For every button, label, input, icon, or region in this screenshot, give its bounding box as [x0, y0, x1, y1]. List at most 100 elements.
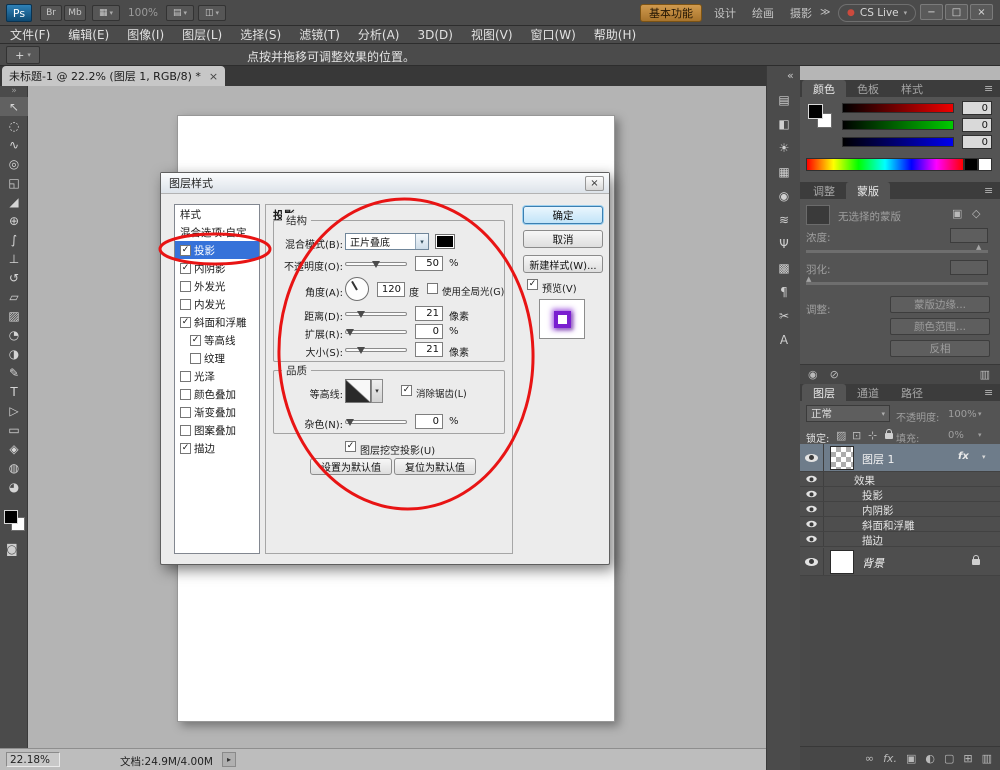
green-value-field[interactable]: 0: [962, 118, 992, 132]
toolbar-collapse-icon[interactable]: »: [0, 86, 28, 97]
feather-slider[interactable]: [806, 282, 988, 285]
minimize-button[interactable]: −: [920, 4, 943, 20]
new-adjustment-layer-icon[interactable]: ◐: [925, 752, 935, 765]
lock-position-icon[interactable]: ⊹: [868, 429, 877, 442]
paragraph-panel-icon[interactable]: ¶: [767, 280, 801, 304]
gradient-tool[interactable]: ▨: [0, 306, 28, 325]
new-style-button[interactable]: 新建样式(W)...: [523, 255, 603, 273]
visibility-cell[interactable]: [800, 548, 824, 575]
blue-value-field[interactable]: 0: [962, 135, 992, 149]
styles-list-item-stroke[interactable]: ✓描边: [175, 439, 259, 457]
move-tool[interactable]: ↖: [0, 97, 28, 116]
3d-rotate-tool[interactable]: ◈: [0, 439, 28, 458]
delete-layer-icon[interactable]: ▥: [982, 752, 992, 765]
styles-list-item-color-overlay[interactable]: 颜色叠加: [175, 385, 259, 403]
panel-menu-icon[interactable]: ≡: [984, 184, 993, 197]
tab-adjustments[interactable]: 调整: [802, 182, 846, 199]
collapse-effects-icon[interactable]: ▾: [982, 453, 986, 461]
shadow-color-swatch[interactable]: [435, 234, 455, 249]
eraser-tool[interactable]: ▱: [0, 287, 28, 306]
distance-slider[interactable]: [345, 312, 407, 316]
status-zoom-field[interactable]: 22.18%: [6, 752, 60, 767]
blend-mode-dropdown[interactable]: 正片叠底▾: [345, 233, 429, 250]
spectrum-black-chip[interactable]: [964, 158, 978, 171]
styles-list-item-styles[interactable]: 样式: [175, 205, 259, 223]
checkbox[interactable]: ✓: [190, 335, 201, 346]
preview-checkbox[interactable]: ✓: [527, 279, 538, 290]
noise-field[interactable]: 0: [415, 414, 443, 429]
workspace-design-button[interactable]: 设计: [708, 4, 742, 22]
dodge-tool[interactable]: ◑: [0, 344, 28, 363]
density-slider-thumb[interactable]: ▲: [976, 243, 981, 251]
chevron-down-icon[interactable]: ▾: [978, 410, 982, 418]
visibility-cell[interactable]: [800, 472, 824, 486]
effects-header-row[interactable]: 效果: [800, 472, 1000, 487]
effect-row-drop-shadow[interactable]: 投影: [800, 487, 1000, 502]
red-slider[interactable]: [842, 103, 954, 113]
layer-row-layer1[interactable]: 图层 1 fx ▾: [800, 444, 1000, 472]
panel-menu-icon[interactable]: ≡: [984, 386, 993, 399]
dialog-close-button[interactable]: ×: [585, 176, 604, 191]
menu-item-3d[interactable]: 3D(D): [417, 28, 452, 42]
tab-paths[interactable]: 路径: [890, 384, 934, 401]
character-panel-icon[interactable]: A: [767, 328, 801, 352]
color-spectrum-ramp[interactable]: [806, 158, 964, 171]
history-brush-tool[interactable]: ↺: [0, 268, 28, 287]
menu-item-image[interactable]: 图像(I): [127, 26, 164, 43]
checkbox[interactable]: [180, 407, 191, 418]
mask-apply-icon[interactable]: ◉: [808, 368, 818, 381]
layer-name[interactable]: 图层 1: [862, 451, 895, 467]
checkbox[interactable]: ✓: [180, 317, 191, 328]
lock-transparent-icon[interactable]: ▨: [836, 429, 846, 442]
tab-swatches[interactable]: 色板: [846, 80, 890, 97]
opacity-field[interactable]: 50: [415, 256, 443, 271]
global-light-checkbox[interactable]: [427, 283, 438, 294]
blur-tool[interactable]: ◔: [0, 325, 28, 344]
workspace-photography-button[interactable]: 摄影: [784, 4, 818, 22]
link-layers-icon[interactable]: ∞: [865, 752, 874, 765]
styles-list-item-satin[interactable]: 光泽: [175, 367, 259, 385]
clone-stamp-tool[interactable]: ⊥: [0, 249, 28, 268]
lock-all-icon[interactable]: [885, 433, 893, 439]
adjustments-panel-icon[interactable]: ☀: [767, 136, 801, 160]
type-tool[interactable]: T: [0, 382, 28, 401]
lock-pixels-icon[interactable]: ⊡: [852, 429, 861, 442]
invert-button[interactable]: 反相: [890, 340, 990, 357]
slider-thumb[interactable]: [357, 347, 365, 354]
quick-mask-button[interactable]: ◙: [6, 542, 18, 556]
add-layer-style-icon[interactable]: fx.: [883, 752, 897, 765]
eyedropper-tool[interactable]: ◢: [0, 192, 28, 211]
cs-live-button[interactable]: ●CS Live▾: [838, 4, 916, 22]
density-value-field[interactable]: [950, 228, 988, 243]
bridge-button[interactable]: Br: [40, 5, 62, 21]
workspace-essentials-button[interactable]: 基本功能: [640, 4, 702, 22]
knockout-checkbox[interactable]: ✓: [345, 441, 356, 452]
path-selection-tool[interactable]: ▷: [0, 401, 28, 420]
zoom-tool[interactable]: ◕: [0, 477, 28, 496]
elliptical-marquee-tool[interactable]: ◌: [0, 116, 28, 135]
brush-presets-panel-icon[interactable]: ▩: [767, 256, 801, 280]
checkbox[interactable]: [180, 299, 191, 310]
new-group-icon[interactable]: ▢: [944, 752, 954, 765]
foreground-color-swatch[interactable]: [808, 104, 823, 119]
blue-slider[interactable]: [842, 137, 954, 147]
styles-list-item-drop-shadow[interactable]: ✓投影: [175, 241, 259, 259]
tab-close-icon[interactable]: ×: [209, 70, 218, 83]
menu-item-layer[interactable]: 图层(L): [182, 26, 222, 43]
styles-list-item-bevel-emboss[interactable]: ✓斜面和浮雕: [175, 313, 259, 331]
antialias-checkbox[interactable]: ✓: [401, 385, 412, 396]
trash-icon[interactable]: ▥: [980, 368, 990, 381]
tab-layers[interactable]: 图层: [802, 384, 846, 401]
fx-badge[interactable]: fx: [958, 451, 969, 462]
checkbox[interactable]: [180, 371, 191, 382]
pen-tool[interactable]: ✎: [0, 363, 28, 382]
brush-tool[interactable]: ∫: [0, 230, 28, 249]
fill-value[interactable]: 0%: [948, 430, 964, 441]
checkbox[interactable]: [190, 353, 201, 364]
dialog-title-bar[interactable]: 图层样式: [161, 173, 609, 194]
mask-disable-icon[interactable]: ⊘: [830, 368, 839, 381]
workspace-overflow-button[interactable]: ≫: [820, 7, 830, 18]
reset-default-button[interactable]: 复位为默认值: [394, 458, 476, 475]
document-tab[interactable]: 未标题-1 @ 22.2% (图层 1, RGB/8) * ×: [2, 66, 225, 86]
styles-list-item-blending-options[interactable]: 混合选项:自定: [175, 223, 259, 241]
